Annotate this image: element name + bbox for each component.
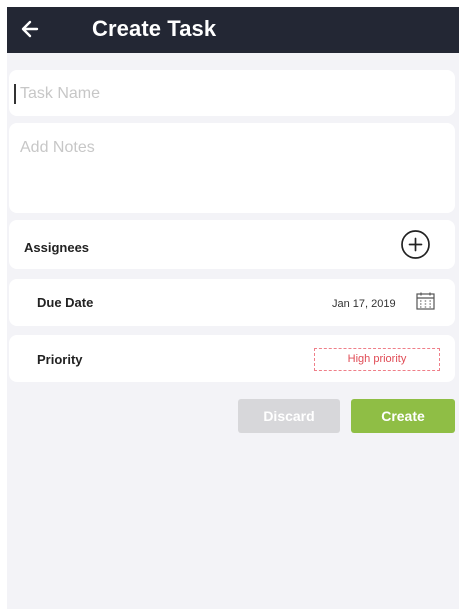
calendar-button[interactable] <box>415 291 436 311</box>
plus-circle-icon <box>401 230 430 259</box>
priority-selector[interactable]: High priority <box>314 348 440 371</box>
task-name-input[interactable] <box>20 82 445 106</box>
add-assignee-button[interactable] <box>400 229 431 260</box>
back-button[interactable] <box>20 17 40 41</box>
task-name-card <box>9 70 455 116</box>
page-title: Create Task <box>92 16 217 41</box>
due-date-row: Due Date Jan 17, 2019 <box>9 279 455 326</box>
priority-label: Priority <box>37 352 83 367</box>
notes-card <box>9 123 455 213</box>
priority-row: Priority High priority <box>9 335 455 382</box>
app-header: Create Task <box>7 7 459 53</box>
arrow-left-icon <box>21 20 39 38</box>
notes-textarea[interactable] <box>20 139 445 203</box>
assignees-row: Assignees <box>9 220 455 269</box>
assignees-label: Assignees <box>24 240 90 255</box>
create-button[interactable]: Create <box>351 399 455 433</box>
due-date-value[interactable]: Jan 17, 2019 <box>332 297 396 311</box>
calendar-icon <box>416 292 435 310</box>
create-task-screen: Create Task Assignees Due Date Jan 17, 2… <box>7 7 459 609</box>
discard-button[interactable]: Discard <box>238 399 340 433</box>
due-date-label: Due Date <box>37 295 94 310</box>
text-cursor <box>14 84 16 104</box>
